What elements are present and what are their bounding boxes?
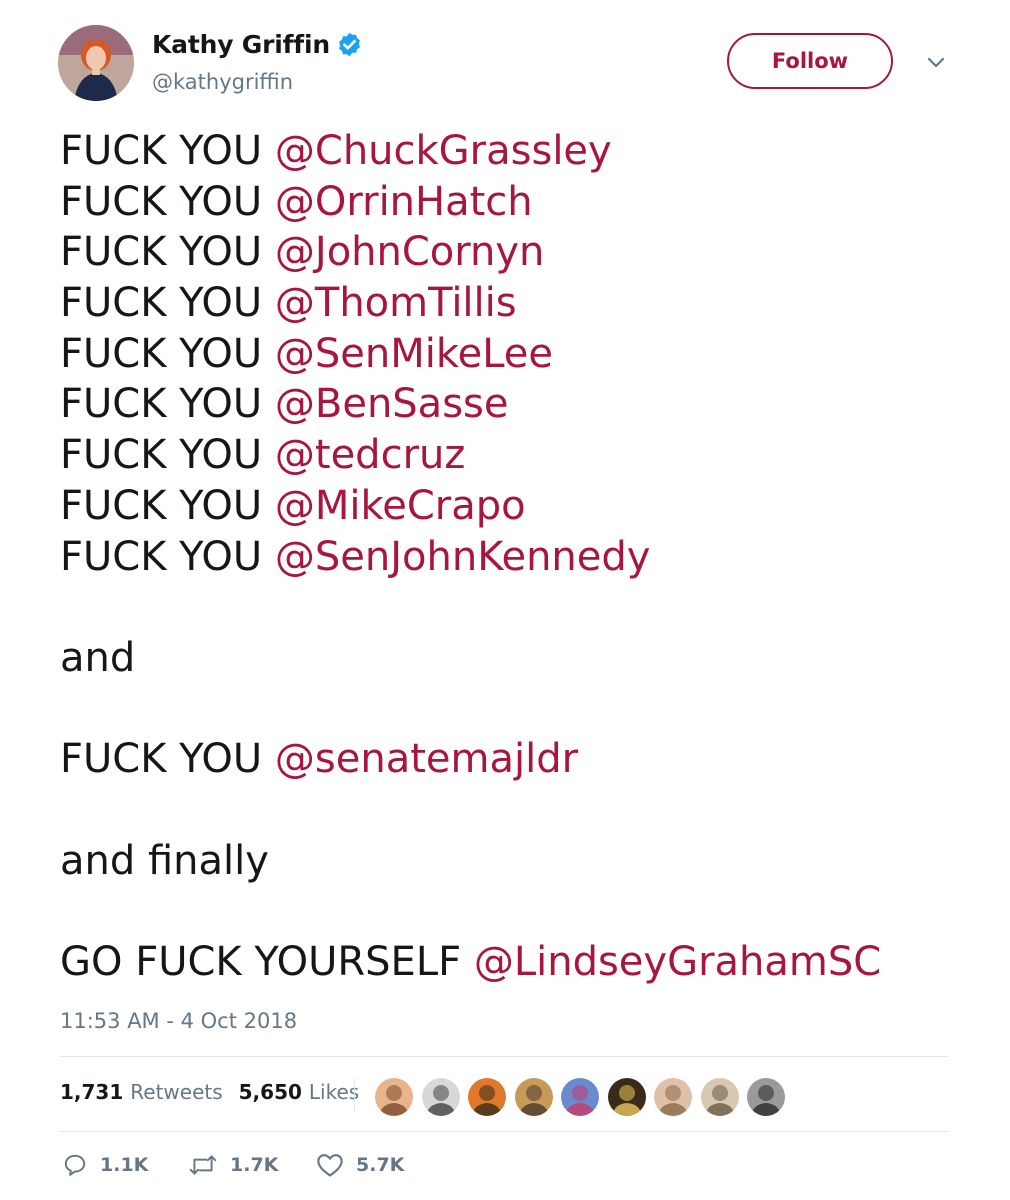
liker-avatar[interactable] xyxy=(652,1076,694,1118)
tweet-line-text: and xyxy=(60,634,136,681)
mention-link[interactable]: @SenJohnKennedy xyxy=(275,534,651,580)
user-handle[interactable]: @kathygriffin xyxy=(152,70,293,94)
tweet-line: FUCK YOU @MikeCrapo xyxy=(60,481,960,532)
divider xyxy=(60,1056,948,1057)
likes-label: Likes xyxy=(308,1080,360,1104)
retweets-label: Retweets xyxy=(130,1080,223,1104)
reply-icon xyxy=(64,1154,86,1176)
liker-avatar[interactable] xyxy=(559,1076,601,1118)
tweet-line: FUCK YOU @ChuckGrassley xyxy=(60,126,960,177)
tweet-line-text: FUCK YOU xyxy=(60,432,275,479)
tweet-actions: 1.1K 1.7K 5.7K xyxy=(62,1152,562,1186)
mention-link[interactable]: @OrrinHatch xyxy=(275,179,533,225)
stats-row: 1,731 Retweets 5,650 Likes xyxy=(60,1080,359,1104)
tweet-line-text: FUCK YOU xyxy=(60,736,275,783)
tweet-line: FUCK YOU @SenJohnKennedy xyxy=(60,532,960,583)
user-avatar[interactable] xyxy=(58,25,134,101)
verified-badge-icon xyxy=(336,31,363,58)
mention-link[interactable]: @ChuckGrassley xyxy=(275,128,612,174)
tweet-line: FUCK YOU @BenSasse xyxy=(60,379,960,430)
liker-avatar[interactable] xyxy=(698,1076,741,1118)
divider xyxy=(60,1131,948,1132)
tweet-line-text: FUCK YOU xyxy=(60,381,275,428)
liker-avatar[interactable] xyxy=(745,1076,787,1118)
like-count: 5.7K xyxy=(356,1154,405,1176)
reply-button[interactable]: 1.1K xyxy=(62,1152,148,1178)
tweet-line: FUCK YOU @OrrinHatch xyxy=(60,177,960,228)
tweet-card: Kathy Griffin @kathygriffin Follow FUCK … xyxy=(0,0,1010,1200)
follow-button[interactable]: Follow xyxy=(727,33,893,89)
tweet-line: GO FUCK YOURSELF @LindseyGrahamSC xyxy=(60,937,960,988)
tweet-line: FUCK YOU @SenMikeLee xyxy=(60,329,960,380)
liker-avatar[interactable] xyxy=(419,1076,462,1118)
tweet-line: and finally xyxy=(60,836,960,887)
retweet-button[interactable]: 1.7K xyxy=(188,1152,278,1178)
mention-link[interactable]: @SenMikeLee xyxy=(275,331,553,377)
liker-avatar[interactable] xyxy=(605,1076,648,1118)
tweet-timestamp[interactable]: 11:53 AM - 4 Oct 2018 xyxy=(60,1009,297,1033)
tweet-line-text: FUCK YOU xyxy=(60,533,275,580)
mention-link[interactable]: @senatemajldr xyxy=(275,736,578,782)
tweet-line-text: FUCK YOU xyxy=(60,280,275,327)
tweet-line: FUCK YOU @senatemajldr xyxy=(60,734,960,785)
tweet-line-text: FUCK YOU xyxy=(60,229,275,276)
chevron-down-icon[interactable] xyxy=(924,54,948,72)
reply-count: 1.1K xyxy=(100,1154,149,1176)
tweet-line: and xyxy=(60,633,960,684)
mention-link[interactable]: @JohnCornyn xyxy=(275,229,545,275)
tweet-line-text: FUCK YOU xyxy=(60,178,275,225)
like-button[interactable]: 5.7K xyxy=(316,1152,404,1178)
tweet-text: FUCK YOU @ChuckGrassley FUCK YOU @OrrinHa… xyxy=(60,126,960,988)
display-name[interactable]: Kathy Griffin xyxy=(152,30,330,59)
mention-link[interactable]: @tedcruz xyxy=(275,432,465,478)
mention-link[interactable]: @BenSasse xyxy=(275,381,509,427)
heart-icon xyxy=(317,1154,343,1177)
retweet-count: 1.7K xyxy=(230,1154,279,1176)
tweet-line: FUCK YOU @ThomTillis xyxy=(60,278,960,329)
retweets-stat[interactable]: 1,731 Retweets xyxy=(60,1080,223,1104)
retweets-count: 1,731 xyxy=(60,1080,124,1104)
retweet-icon xyxy=(189,1155,217,1175)
tweet-line-text: and finally xyxy=(60,837,269,884)
stats-separator xyxy=(354,1078,355,1112)
likes-stat[interactable]: 5,650 Likes xyxy=(239,1080,360,1104)
name-row: Kathy Griffin xyxy=(152,30,363,59)
tweet-line: FUCK YOU @tedcruz xyxy=(60,430,960,481)
liker-avatar[interactable] xyxy=(466,1076,508,1118)
liker-avatar[interactable] xyxy=(512,1076,555,1118)
mention-link[interactable]: @LindseyGrahamSC xyxy=(474,939,881,985)
tweet-line-text: FUCK YOU xyxy=(60,330,275,377)
tweet-line-text: GO FUCK YOURSELF xyxy=(60,939,474,985)
tweet-line-text: FUCK YOU xyxy=(60,128,275,174)
mention-link[interactable]: @ThomTillis xyxy=(275,280,517,326)
likes-count: 5,650 xyxy=(238,1080,302,1104)
mention-link[interactable]: @MikeCrapo xyxy=(275,483,526,529)
tweet-line: FUCK YOU @JohnCornyn xyxy=(60,227,960,278)
tweet-line-text: FUCK YOU xyxy=(60,482,275,529)
liker-avatar[interactable] xyxy=(373,1076,415,1118)
